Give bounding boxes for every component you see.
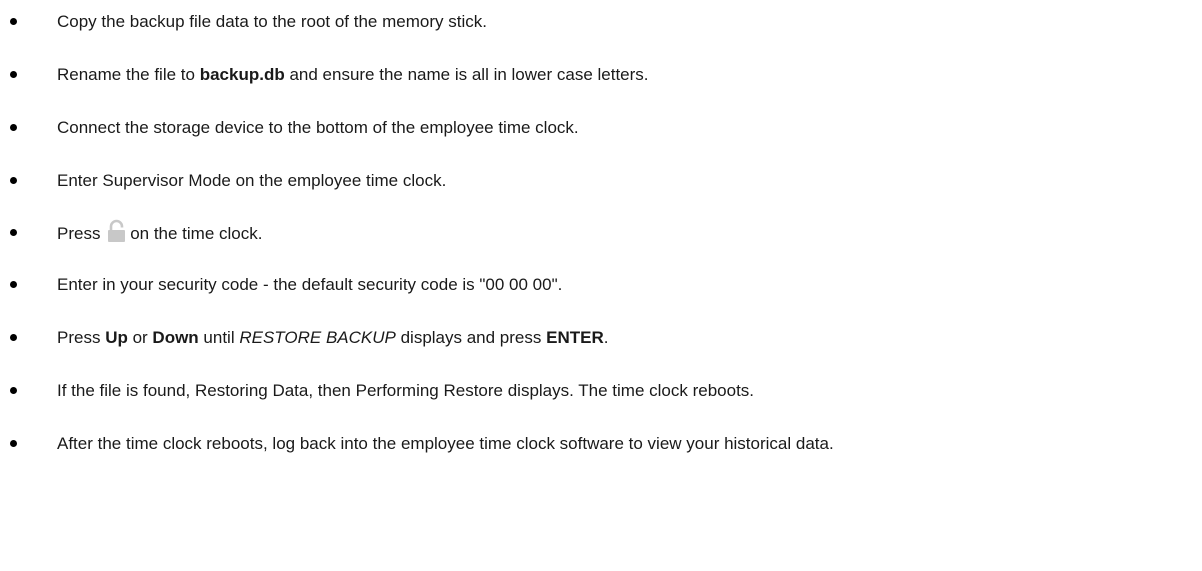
list-item: Enter Supervisor Mode on the employee ti… [0,167,1202,195]
text-segment: . [603,328,609,347]
bullet [10,18,17,25]
bullet [10,440,17,447]
text-segment: or [127,328,153,347]
list-item: Press on the time clock. [0,219,1202,247]
menu-option: RESTORE BACKUP [239,328,396,347]
key-up: Up [105,328,128,347]
list-item: Rename the file to backup.db and ensure … [0,61,1202,89]
text-segment: Rename the file to [57,65,200,84]
list-item-text: Enter in your security code - the defaul… [57,275,563,294]
list-item: Enter in your security code - the defaul… [0,271,1202,299]
list-item: Connect the storage device to the bottom… [0,114,1202,142]
list-item-text: After the time clock reboots, log back i… [57,434,834,453]
file-name: backup.db [199,65,285,84]
list-item: Copy the backup file data to the root of… [0,8,1202,36]
list-item-text: Enter Supervisor Mode on the employee ti… [57,171,447,190]
list-item-text: Press Up or Down until RESTORE BACKUP di… [57,324,608,352]
list-item-text: If the file is found, Restoring Data, th… [57,381,755,400]
text-segment: until [198,328,240,347]
list-item-text: Copy the backup file data to the root of… [57,12,487,31]
text-segment: on the time clock. [130,224,263,243]
bullet [10,334,17,341]
bullet [10,387,17,394]
list-item-text: Rename the file to backup.db and ensure … [57,61,649,89]
bullet [10,177,17,184]
list-item: After the time clock reboots, log back i… [0,430,1202,458]
bullet [10,281,17,288]
lock-icon [105,219,128,242]
text-segment: Press [57,328,106,347]
text-segment: and ensure the name is all in lower case… [284,65,649,84]
text-segment: displays and press [395,328,547,347]
key-down: Down [152,328,199,347]
text-segment: Press [57,224,106,243]
bullet [10,71,17,78]
key-enter: ENTER [546,328,604,347]
list-item: If the file is found, Restoring Data, th… [0,377,1202,405]
list-item-text: Connect the storage device to the bottom… [57,118,579,137]
list-item: Press Up or Down until RESTORE BACKUP di… [0,324,1202,352]
list-item-text: Press on the time clock. [57,219,262,248]
bullet [10,229,17,236]
bullet [10,124,17,131]
